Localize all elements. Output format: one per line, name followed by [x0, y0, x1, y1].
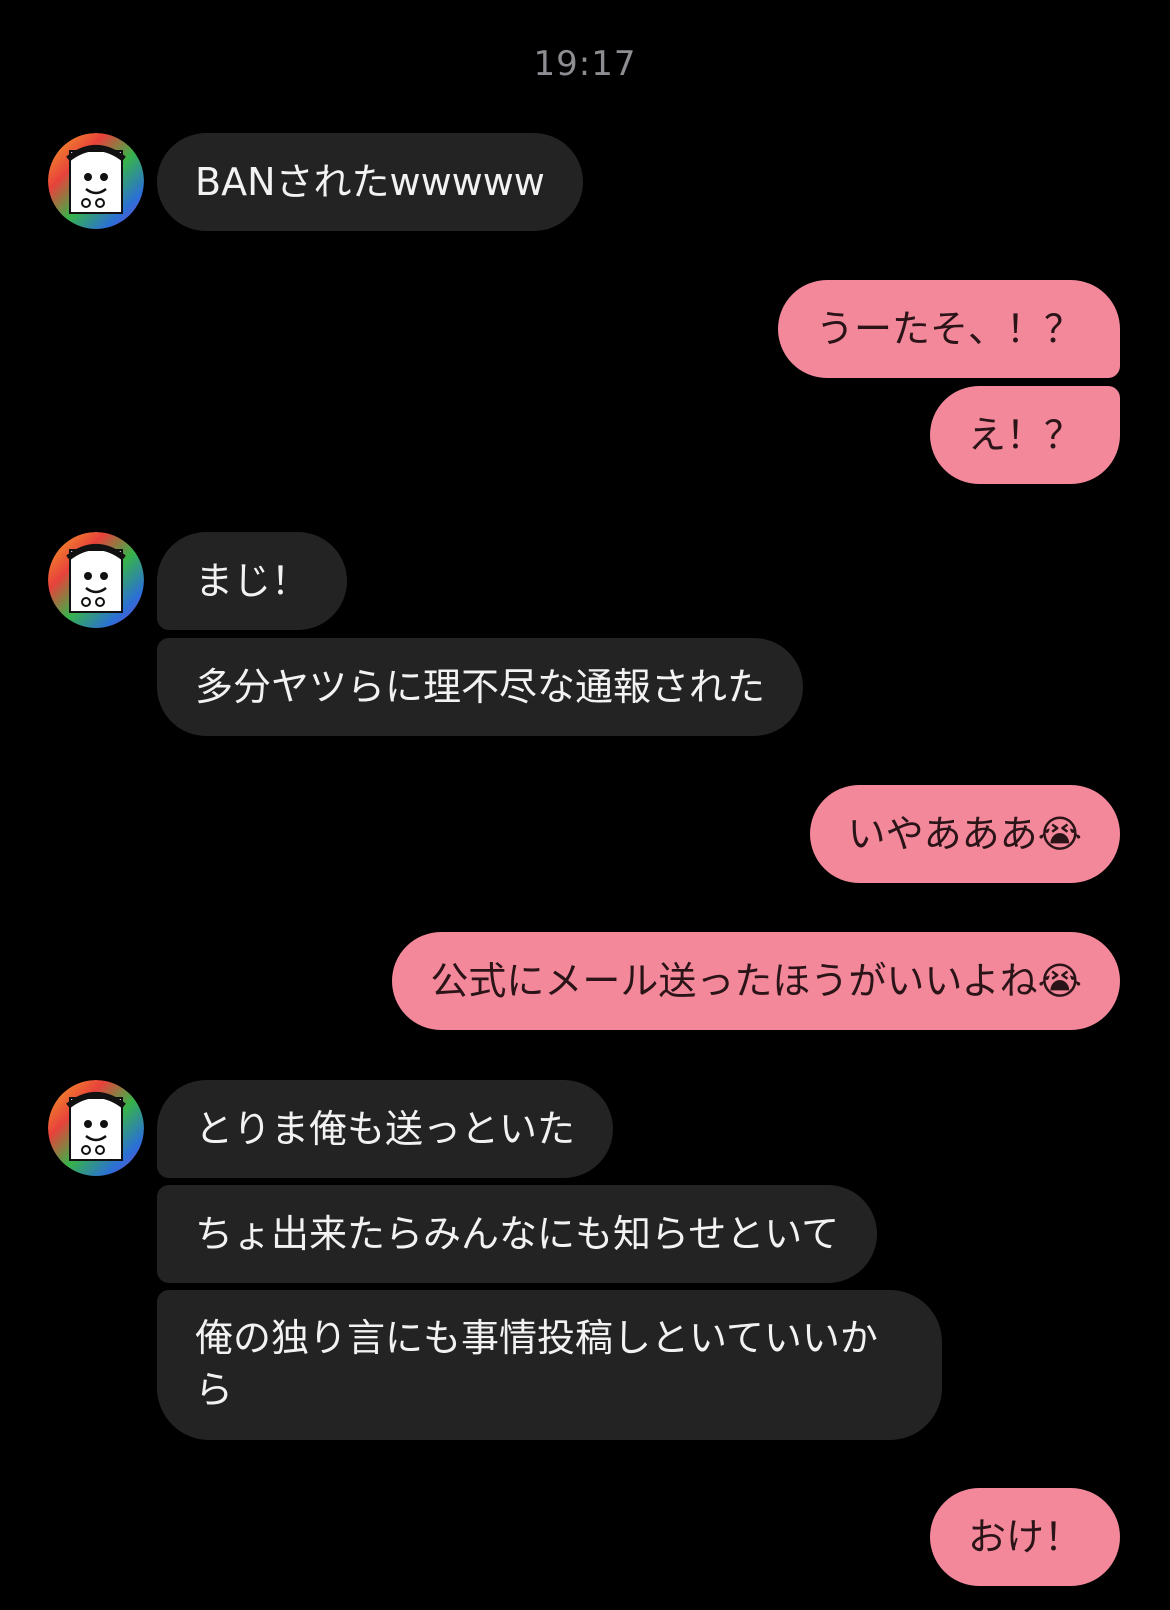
avatar[interactable] [48, 1080, 144, 1176]
message-bubble-incoming[interactable]: BANされたwwwww [157, 133, 583, 231]
message-bubble-outgoing[interactable]: え！？ [929, 386, 1120, 484]
message-bubble-outgoing[interactable]: いやあああ😭 [809, 785, 1120, 883]
message-bubble-incoming[interactable]: ちょ出来たらみんなにも知らせといて [157, 1185, 878, 1283]
message-bubble-incoming[interactable]: 俺の独り言にも事情投稿しといていいから [157, 1290, 942, 1440]
message-bubble-outgoing[interactable]: うーたそ、！？ [777, 280, 1120, 378]
chat-timestamp: 19:17 [533, 44, 637, 84]
cartoon-face-avatar-icon [48, 133, 144, 229]
cartoon-face-avatar-icon [48, 532, 144, 628]
message-bubble-incoming[interactable]: とりま俺も送っといた [157, 1080, 614, 1178]
cartoon-face-avatar-icon [48, 1080, 144, 1176]
message-bubble-outgoing[interactable]: 公式にメール送ったほうがいいよね😭 [392, 932, 1120, 1030]
message-bubble-incoming[interactable]: まじ！ [157, 532, 348, 630]
avatar[interactable] [48, 133, 144, 229]
message-bubble-incoming[interactable]: 多分ヤツらに理不尽な通報された [157, 638, 804, 736]
message-bubble-outgoing[interactable]: おけ！ [929, 1488, 1120, 1586]
avatar[interactable] [48, 532, 144, 628]
